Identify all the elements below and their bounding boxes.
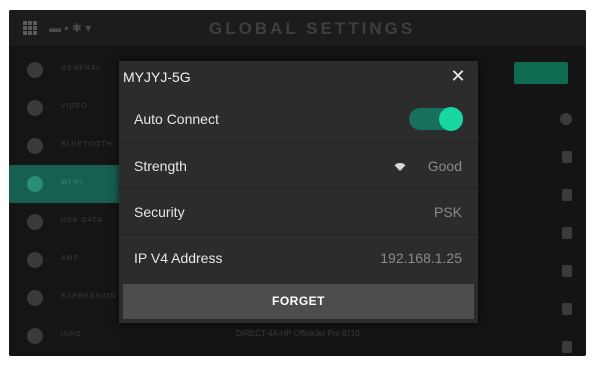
sidebar-item-wifi[interactable]: WI-FI	[9, 165, 119, 203]
sidebar-item-expression[interactable]: EXPRESSION	[9, 279, 119, 317]
lock-icon	[562, 151, 572, 163]
lock-icon	[562, 341, 572, 353]
add-network-button[interactable]	[514, 62, 568, 84]
ip-address-label: IP V4 Address	[134, 250, 223, 266]
sidebar-item-video[interactable]: VIDEO	[9, 89, 119, 127]
toggle-knob	[439, 107, 463, 131]
forget-button[interactable]: FORGET	[123, 284, 474, 319]
settings-icon	[560, 113, 572, 125]
dialog-title: MYJYJ-5G	[123, 69, 191, 85]
sidebar-item-label: USB DATA	[61, 217, 103, 224]
controller-icon	[27, 214, 43, 230]
gear-icon	[27, 62, 43, 78]
video-icon	[27, 100, 43, 116]
status-icons: ▬ ▪ ✱ ▾	[49, 21, 92, 35]
lock-icon	[562, 227, 572, 239]
auto-connect-label: Auto Connect	[134, 111, 219, 127]
sidebar-item-label: AMP	[61, 255, 80, 262]
app-grid-icon[interactable]	[23, 21, 37, 35]
expression-icon	[27, 290, 43, 306]
lock-icon	[562, 189, 572, 201]
dialog-header: MYJYJ-5G ✕	[119, 61, 478, 91]
strength-label: Strength	[134, 158, 187, 174]
security-label: Security	[134, 204, 185, 220]
sidebar-item-label: VIDEO	[61, 103, 88, 110]
info-icon	[27, 328, 43, 344]
mic-icon	[27, 252, 43, 268]
wifi-icon	[27, 176, 43, 192]
page-title: GLOBAL SETTINGS	[209, 19, 416, 38]
sidebar-item-label: WI-FI	[61, 179, 84, 186]
close-icon[interactable]: ✕	[448, 66, 468, 86]
network-details-dialog: MYJYJ-5G ✕ Auto Connect Strength Good Se…	[119, 61, 478, 323]
lock-icon	[562, 265, 572, 277]
bluetooth-icon	[27, 138, 43, 154]
security-row: Security PSK	[119, 188, 478, 235]
network-name[interactable]: DIRECT-4A-HP OfficeJet Pro 8710	[236, 329, 360, 338]
sidebar: GENERAL VIDEO BLUETOOTH WI-FI USB DATA A…	[9, 46, 119, 356]
sidebar-item-label: INFO	[61, 331, 82, 338]
lock-icon	[562, 303, 572, 315]
sidebar-item-label: EXPRESSION	[61, 293, 117, 300]
auto-connect-toggle[interactable]	[409, 107, 463, 131]
sidebar-item-bluetooth[interactable]: BLUETOOTH	[9, 127, 119, 165]
sidebar-item-info[interactable]: INFO	[9, 317, 119, 355]
strength-row: Strength Good	[119, 142, 478, 189]
wifi-signal-icon	[394, 163, 406, 171]
sidebar-item-label: BLUETOOTH	[61, 141, 113, 148]
ip-address-row: IP V4 Address 192.168.1.25	[119, 234, 478, 281]
ip-address-value: 192.168.1.25	[380, 250, 462, 266]
sidebar-item-general[interactable]: GENERAL	[9, 51, 119, 89]
auto-connect-row: Auto Connect	[119, 96, 478, 142]
top-bar: ▬ ▪ ✱ ▾ GLOBAL SETTINGS	[9, 10, 586, 46]
sidebar-item-label: GENERAL	[61, 65, 102, 72]
sidebar-item-usb-data[interactable]: USB DATA	[9, 203, 119, 241]
strength-value: Good	[427, 158, 462, 174]
sidebar-item-amp[interactable]: AMP	[9, 241, 119, 279]
security-value: PSK	[433, 204, 462, 220]
